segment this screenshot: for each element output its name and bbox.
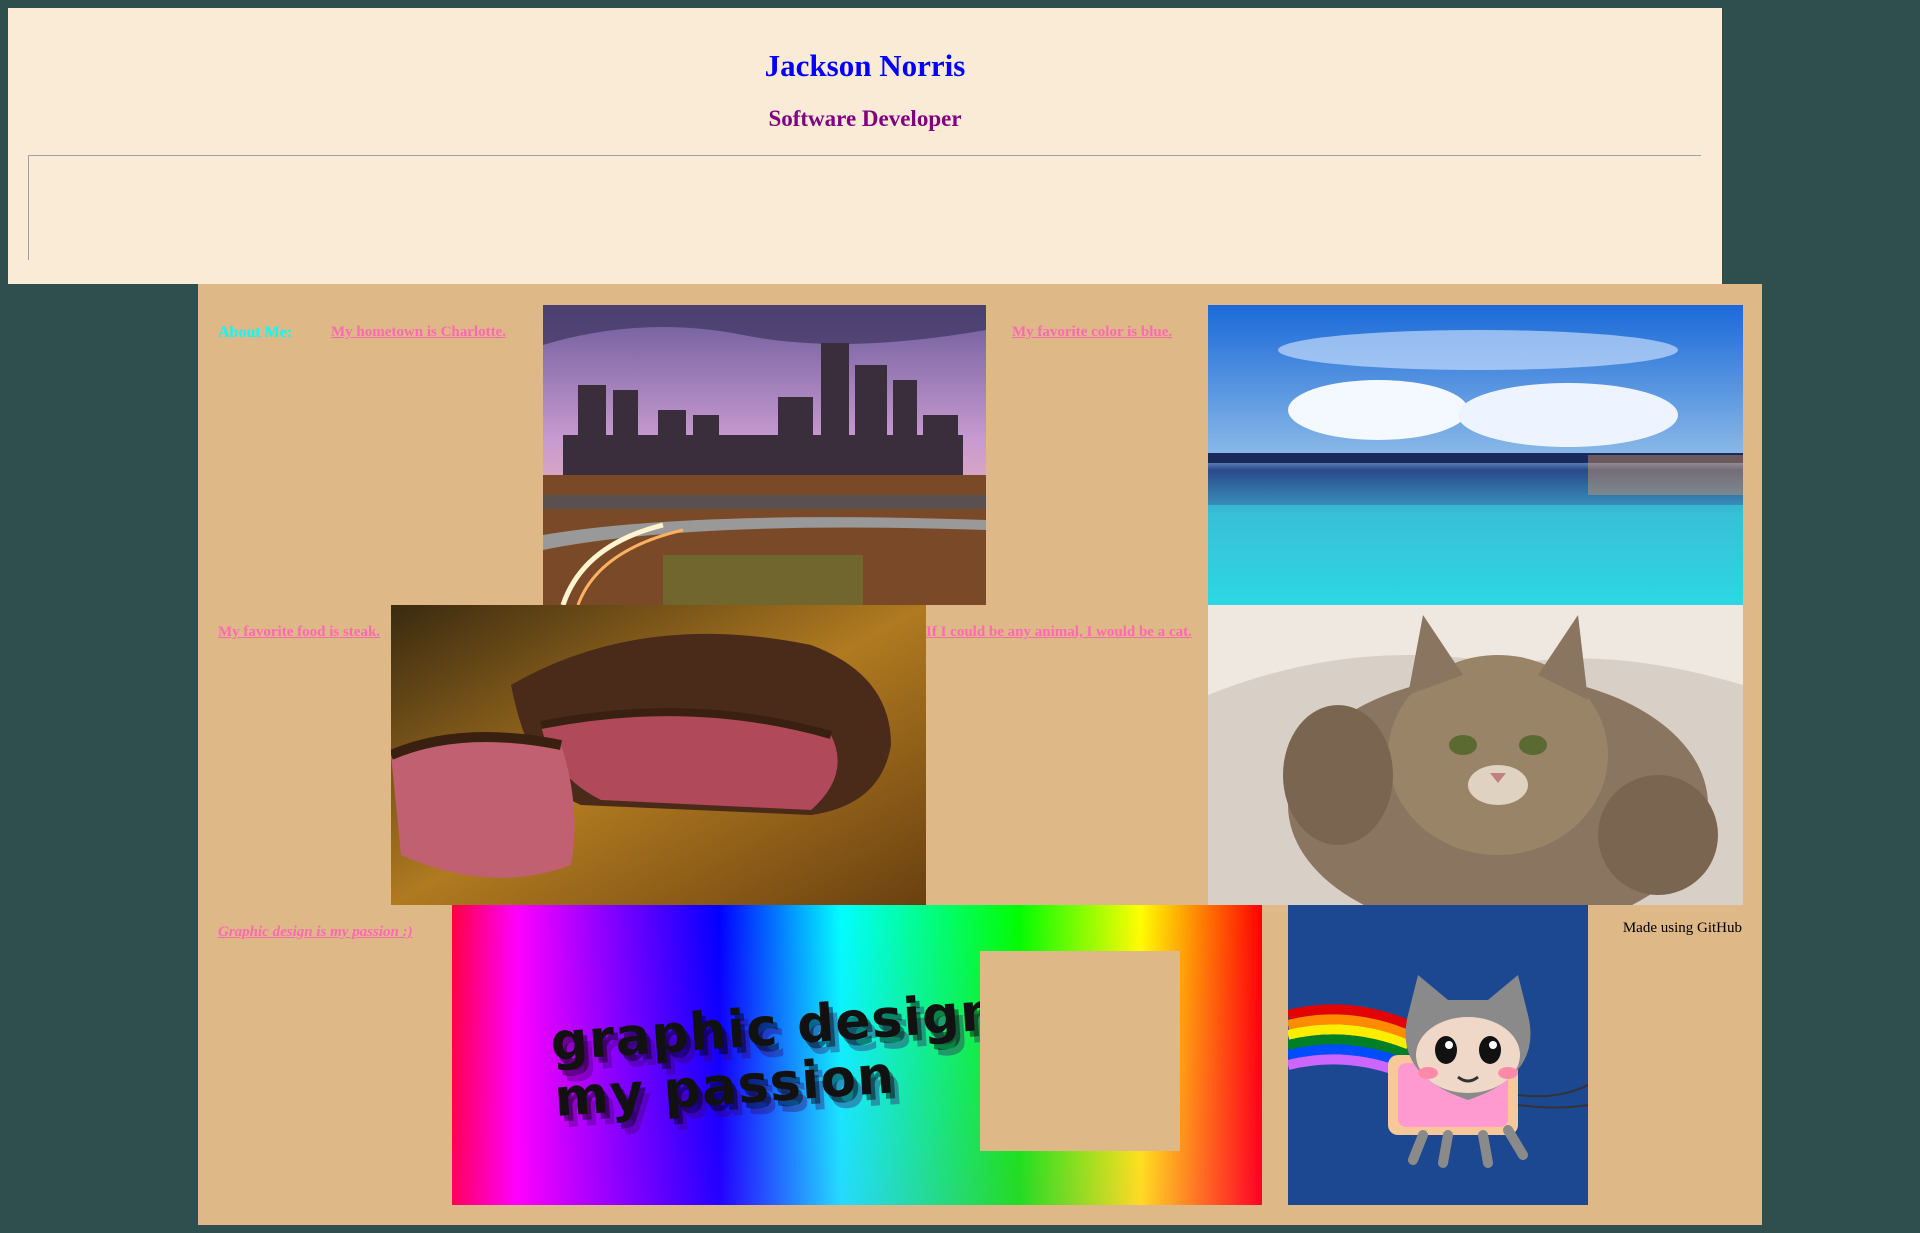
cat-image [1208, 605, 1743, 905]
hometown-link[interactable]: My hometown is Charlotte. [331, 324, 506, 341]
embedded-frame [28, 155, 1701, 260]
favorite-food-link[interactable]: My favorite food is steak. [218, 624, 380, 641]
page-subtitle: Software Developer [768, 106, 962, 131]
graphic-design-meme-image: graphic design is my passion [452, 905, 1262, 1205]
charlotte-skyline-image [543, 305, 986, 605]
transparent-square [980, 951, 1180, 1151]
nyan-octocat-image [1288, 905, 1588, 1205]
blue-ocean-sky-image [1208, 305, 1743, 605]
about-heading: About Me: [218, 324, 293, 341]
steak-image [391, 605, 926, 905]
favorite-color-link[interactable]: My favorite color is blue. [1012, 324, 1172, 341]
header-section: Jackson Norris Software Developer [8, 8, 1722, 284]
page-title: Jackson Norris [764, 48, 966, 83]
favorite-animal-link[interactable]: If I could be any animal, I would be a c… [926, 624, 1192, 641]
about-section: About Me: My hometown is Charlotte. My f… [198, 284, 1762, 1225]
graphic-design-link[interactable]: Graphic design is my passion :) [218, 924, 413, 941]
credit-text: Made using GitHub [1622, 920, 1742, 936]
